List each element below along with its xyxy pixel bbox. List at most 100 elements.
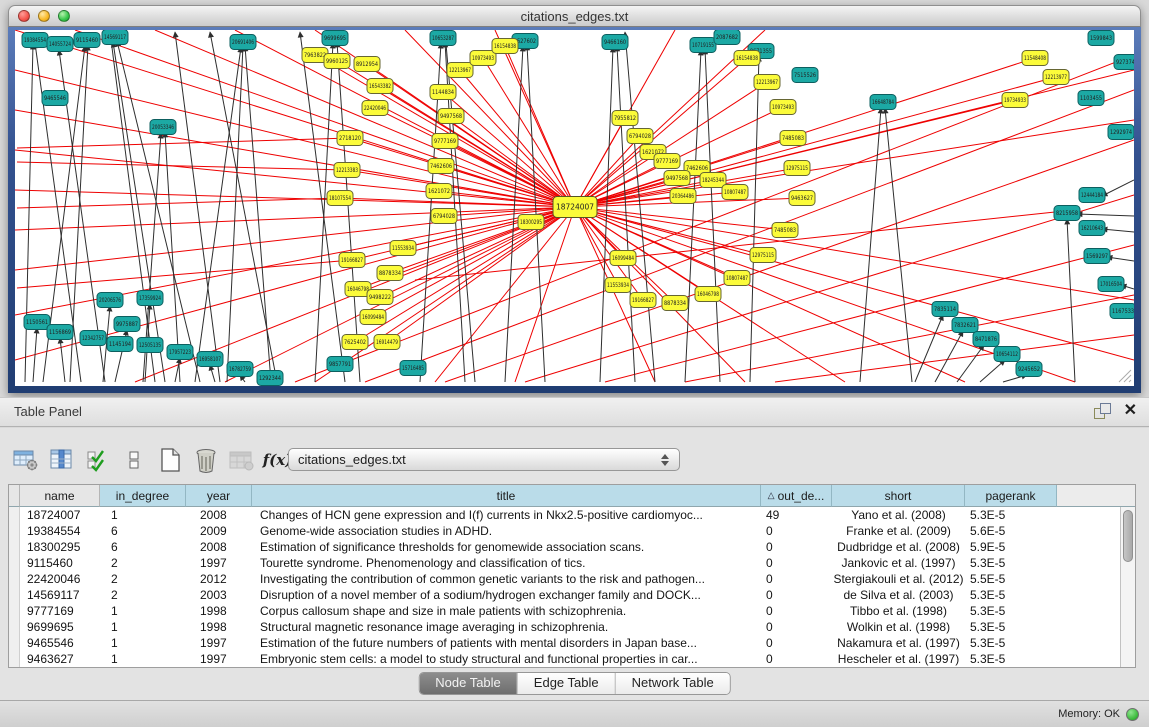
table-cell: Jankovic et al. (1997) xyxy=(832,555,965,571)
table-cell xyxy=(9,587,20,603)
svg-text:12213967: 12213967 xyxy=(449,67,471,74)
svg-text:1144834: 1144834 xyxy=(432,89,454,96)
svg-text:10719155: 10719155 xyxy=(692,42,714,49)
table-row[interactable]: 1456911722003Disruption of a novel membe… xyxy=(9,587,1120,603)
table-cell xyxy=(1057,619,1120,635)
table-vertical-scrollbar[interactable] xyxy=(1120,507,1135,667)
table-cell: Dudbridge et al. (2008) xyxy=(832,539,965,555)
table-cell xyxy=(1057,571,1120,587)
network-canvas[interactable]: 1938455414055724911546014569117206914069… xyxy=(15,30,1134,386)
table-cell xyxy=(1057,587,1120,603)
table-source-dropdown[interactable]: citations_edges.txt xyxy=(288,448,680,471)
column-header-out-degree[interactable]: △out_de... xyxy=(761,485,832,507)
svg-text:9463627: 9463627 xyxy=(791,195,813,202)
svg-text:9497568: 9497568 xyxy=(666,175,688,182)
svg-text:1145194: 1145194 xyxy=(109,341,131,348)
table-cell: 1997 xyxy=(186,635,252,651)
table-cell: 5.3E-5 xyxy=(965,619,1057,635)
svg-text:10654112: 10654112 xyxy=(996,351,1018,358)
table-row[interactable]: 1830029562008Estimation of significance … xyxy=(9,539,1120,555)
svg-text:7485083: 7485083 xyxy=(774,227,796,234)
row-height-icon[interactable] xyxy=(120,446,147,474)
dropdown-stepper-icon xyxy=(655,454,679,466)
show-column-icon[interactable] xyxy=(48,446,75,474)
table-cell: 0 xyxy=(761,635,832,651)
window-titlebar[interactable]: citations_edges.txt xyxy=(8,5,1141,27)
table-cell: de Silva et al. (2003) xyxy=(832,587,965,603)
svg-text:14569117: 14569117 xyxy=(104,34,126,41)
table-row[interactable]: 1938455462009Genome-wide association stu… xyxy=(9,523,1120,539)
table-cell: 0 xyxy=(761,603,832,619)
table-cell: Corpus callosum shape and size in male p… xyxy=(252,603,761,619)
table-cell: Genome-wide association studies in ADHD. xyxy=(252,523,761,539)
column-header-short[interactable]: short xyxy=(832,485,965,507)
svg-text:2087682: 2087682 xyxy=(716,34,738,41)
column-header-name[interactable]: name xyxy=(20,485,100,507)
table-panel-bar[interactable]: Table Panel ✕ xyxy=(0,397,1149,427)
svg-text:12505135: 12505135 xyxy=(139,342,161,349)
table-cell: 5.3E-5 xyxy=(965,651,1057,667)
table-settings-icon[interactable] xyxy=(12,446,39,474)
svg-text:20053346: 20053346 xyxy=(152,124,174,131)
table-cell: 2 xyxy=(100,587,186,603)
column-header-in-degree[interactable]: in_degree xyxy=(100,485,186,507)
table-cell: Investigating the contribution of common… xyxy=(252,571,761,587)
svg-text:8878334: 8878334 xyxy=(664,300,686,307)
table-cell xyxy=(9,539,20,555)
close-panel-icon[interactable]: ✕ xyxy=(1124,403,1137,419)
table-body: 1872400712008Changes of HCN gene express… xyxy=(9,507,1120,667)
svg-text:20206576: 20206576 xyxy=(99,297,121,304)
table-row[interactable]: 946362711997Embryonic stem cells: a mode… xyxy=(9,651,1120,667)
svg-text:1167533: 1167533 xyxy=(1112,308,1134,315)
delete-icon[interactable] xyxy=(192,446,219,474)
memory-ok-indicator xyxy=(1126,708,1139,721)
tab-edge-table[interactable]: Edge Table xyxy=(518,673,616,694)
svg-text:8215958: 8215958 xyxy=(1056,210,1078,217)
tab-node-table[interactable]: Node Table xyxy=(419,673,518,694)
svg-text:16099484: 16099484 xyxy=(612,255,634,262)
scrollbar-thumb[interactable] xyxy=(1123,510,1133,562)
table-cell xyxy=(9,571,20,587)
table-cell: 2 xyxy=(100,571,186,587)
svg-text:20691406: 20691406 xyxy=(232,39,254,46)
column-header-year[interactable]: year xyxy=(186,485,252,507)
tab-network-table[interactable]: Network Table xyxy=(616,673,730,694)
svg-text:9777169: 9777169 xyxy=(434,138,456,145)
svg-text:1103455: 1103455 xyxy=(1080,95,1102,102)
svg-text:11548408: 11548408 xyxy=(1024,55,1046,62)
column-header-title[interactable]: title xyxy=(252,485,761,507)
table-toolbar: f(x) xyxy=(12,444,291,476)
table-cell xyxy=(1057,603,1120,619)
table-cell xyxy=(1057,539,1120,555)
svg-text:10807487: 10807487 xyxy=(726,275,748,282)
svg-text:6794028: 6794028 xyxy=(433,213,455,220)
select-rows-icon[interactable] xyxy=(84,446,111,474)
table-row[interactable]: 977716911998Corpus callosum shape and si… xyxy=(9,603,1120,619)
svg-text:12975115: 12975115 xyxy=(786,165,808,172)
new-file-icon[interactable] xyxy=(156,446,183,474)
table-row[interactable]: 946554611997Estimation of the future num… xyxy=(9,635,1120,651)
table-cell: Wolkin et al. (1998) xyxy=(832,619,965,635)
table-row[interactable]: 2242004622012Investigating the contribut… xyxy=(9,571,1120,587)
table-row[interactable]: 911546021997Tourette syndrome. Phenomeno… xyxy=(9,555,1120,571)
table-cell: 1998 xyxy=(186,619,252,635)
svg-text:1150561: 1150561 xyxy=(26,319,48,326)
svg-text:12213977: 12213977 xyxy=(1045,74,1067,81)
table-cell: 2 xyxy=(100,555,186,571)
table-cell xyxy=(9,635,20,651)
svg-text:18107554: 18107554 xyxy=(329,195,351,202)
table-cell xyxy=(1057,651,1120,667)
svg-text:16782759: 16782759 xyxy=(229,366,251,373)
table-cell: 9777169 xyxy=(20,603,100,619)
table-row[interactable]: 969969511998Structural magnetic resonanc… xyxy=(9,619,1120,635)
function-builder-icon[interactable]: f(x) xyxy=(264,446,291,474)
column-header-pagerank[interactable]: pagerank xyxy=(965,485,1057,507)
float-panel-icon[interactable] xyxy=(1094,403,1110,419)
citation-network-graph[interactable]: 1938455414055724911546014569117206914069… xyxy=(15,30,1134,386)
table-cell xyxy=(1057,635,1120,651)
svg-text:8878334: 8878334 xyxy=(379,270,401,277)
svg-text:17359924: 17359924 xyxy=(139,295,161,302)
svg-text:1292974: 1292974 xyxy=(1110,129,1132,136)
table-row[interactable]: 1872400712008Changes of HCN gene express… xyxy=(9,507,1120,523)
svg-text:9466160: 9466160 xyxy=(604,39,626,46)
